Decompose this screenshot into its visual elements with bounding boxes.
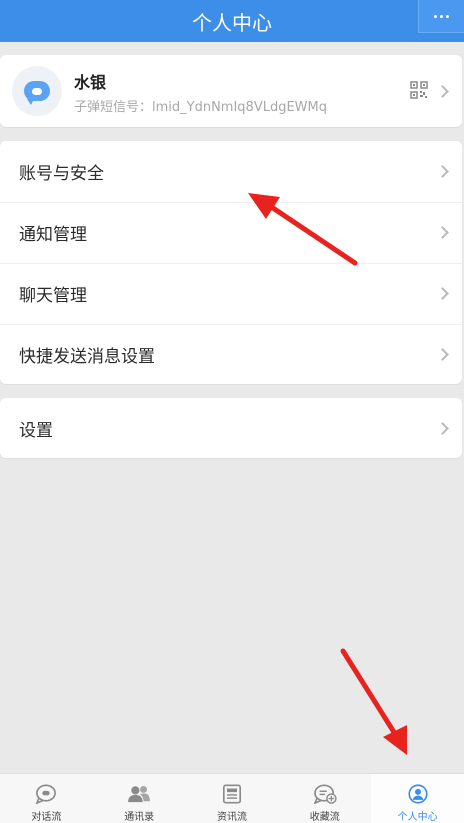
chevron-right-icon: [436, 422, 449, 435]
news-icon: [222, 784, 241, 804]
menu-group-settings: 设置: [0, 398, 462, 458]
menu-item-chat-management[interactable]: 聊天管理: [0, 263, 462, 324]
page-title: 个人中心: [192, 10, 272, 35]
more-dots-icon: [434, 14, 449, 18]
favorites-icon: [313, 784, 337, 804]
menu-item-label: 设置: [19, 420, 53, 441]
top-bar: 个人中心: [0, 0, 464, 42]
profile-id: 子弹短信号：lmid_YdnNmIq8VLdgEWMq: [74, 100, 327, 115]
chat-icon: [36, 784, 57, 804]
tab-label: 资讯流: [216, 812, 247, 823]
chevron-right-icon: [436, 226, 449, 239]
tab-label: 收藏流: [309, 812, 340, 823]
profile-icon: [407, 784, 428, 804]
chevron-right-icon: [436, 287, 449, 300]
tab-chat-flow[interactable]: 对话流: [0, 774, 93, 823]
profile-card[interactable]: 水银 子弹短信号：lmid_YdnNmIq8VLdgEWMq: [0, 55, 462, 127]
tab-label: 通讯录: [124, 812, 155, 823]
qr-code-icon[interactable]: [410, 81, 428, 99]
tab-label: 对话流: [31, 812, 62, 823]
avatar[interactable]: [12, 66, 62, 116]
annotation-arrow: [340, 648, 407, 755]
menu-item-label: 聊天管理: [19, 286, 87, 306]
contacts-icon: [128, 786, 151, 803]
more-button[interactable]: [418, 0, 464, 33]
tab-contacts[interactable]: 通讯录: [93, 774, 186, 823]
tab-news-flow[interactable]: 资讯流: [186, 774, 279, 823]
menu-item-quick-send[interactable]: 快捷发送消息设置: [0, 324, 462, 385]
menu-item-notifications[interactable]: 通知管理: [0, 202, 462, 263]
menu-item-label: 快捷发送消息设置: [19, 347, 155, 367]
profile-name: 水银: [74, 73, 107, 92]
menu-item-account-security[interactable]: 账号与安全: [0, 141, 462, 202]
tab-profile[interactable]: 个人中心: [371, 774, 464, 823]
menu-item-label: 账号与安全: [19, 164, 104, 184]
tab-label: 个人中心: [397, 812, 438, 823]
chevron-right-icon: [436, 85, 449, 98]
menu-item-settings[interactable]: 设置: [0, 398, 462, 458]
tab-favorites-flow[interactable]: 收藏流: [278, 774, 371, 823]
chevron-right-icon: [436, 348, 449, 361]
chevron-right-icon: [436, 165, 449, 178]
chat-bubble-icon: [24, 81, 50, 105]
menu-group-account: 账号与安全 通知管理 聊天管理 快捷发送消息设置: [0, 141, 462, 384]
menu-item-label: 通知管理: [19, 225, 87, 245]
bottom-tab-bar: 对话流 通讯录 资讯流 收藏流 个人中心: [0, 773, 464, 823]
